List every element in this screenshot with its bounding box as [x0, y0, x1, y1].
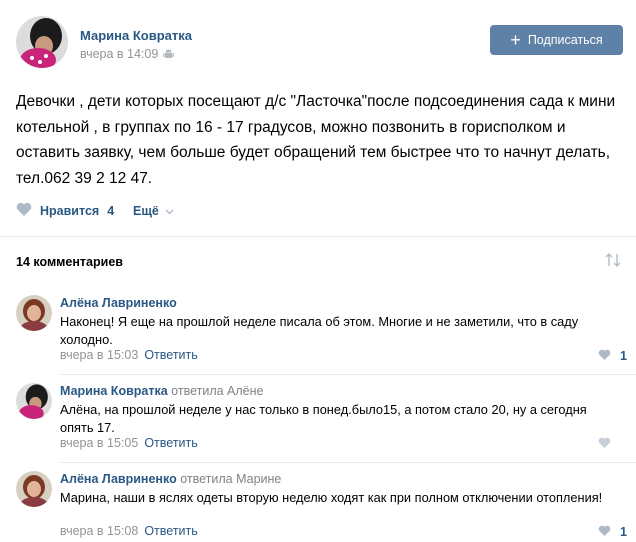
comment-author-name[interactable]: Марина Ковратка [60, 384, 168, 398]
comment-reply-to[interactable]: ответила Алёне [171, 384, 263, 398]
post-author-avatar[interactable] [16, 16, 68, 68]
chevron-down-icon [165, 204, 174, 218]
comment-reply-to[interactable]: ответила Марине [180, 472, 281, 486]
heart-icon [16, 202, 32, 219]
comment-time[interactable]: вчера в 15:08 [60, 524, 138, 538]
comment-avatar[interactable] [16, 471, 52, 507]
comment-meta: вчера в 15:05 Ответить [60, 436, 198, 450]
comment-meta: вчера в 15:08 Ответить [60, 524, 198, 538]
subscribe-label: Подписаться [527, 33, 603, 47]
comment-like-button[interactable]: 1 [598, 349, 627, 363]
divider [0, 236, 636, 237]
like-count: 4 [107, 203, 115, 218]
comment-text: Алёна, на прошлой неделе у нас только в … [60, 402, 587, 435]
divider [60, 462, 636, 463]
comment-like-count: 1 [620, 349, 627, 363]
comment-author-name[interactable]: Алёна Лавриненко [60, 296, 177, 310]
heart-icon [598, 525, 611, 539]
comments-count: 14 комментариев [16, 255, 123, 269]
reply-button[interactable]: Ответить [144, 348, 197, 362]
post-author-name[interactable]: Марина Ковратка [80, 28, 192, 43]
comment-like-button[interactable]: 1 [598, 525, 627, 539]
comment-time[interactable]: вчера в 15:05 [60, 436, 138, 450]
divider [60, 374, 636, 375]
comment-meta: вчера в 15:03 Ответить [60, 348, 198, 362]
heart-icon [598, 349, 611, 363]
comment-author: Алёна Лавриненко ответила Марине [60, 472, 281, 486]
post-like-button[interactable]: Нравится 4 [16, 202, 114, 219]
comment-author[interactable]: Алёна Лавриненко [60, 296, 177, 310]
reply-button[interactable]: Ответить [144, 436, 197, 450]
android-icon [163, 48, 175, 60]
subscribe-button[interactable]: + Подписаться [490, 25, 623, 55]
reply-button[interactable]: Ответить [144, 524, 197, 538]
comment-text: Наконец! Я еще на прошлой неделе писала … [60, 314, 579, 347]
heart-icon [598, 437, 611, 451]
post-time[interactable]: вчера в 14:09 [80, 47, 158, 61]
more-button[interactable]: Ещё [133, 204, 174, 218]
post-meta: вчера в 14:09 [80, 47, 175, 61]
plus-icon: + [510, 30, 521, 50]
sort-icon[interactable] [604, 252, 622, 268]
comment-avatar[interactable] [16, 383, 52, 419]
comment-time[interactable]: вчера в 15:03 [60, 348, 138, 362]
more-label: Ещё [133, 204, 159, 218]
like-label: Нравится [40, 203, 100, 218]
comment-text: Марина, наши в яслях одеты вторую неделю… [60, 490, 603, 505]
comment-like-button[interactable] [598, 437, 620, 451]
post-text: Девочки , дети которых посещают д/с "Лас… [16, 93, 616, 187]
comment-like-count: 1 [620, 525, 627, 539]
comment-author-name[interactable]: Алёна Лавриненко [60, 472, 177, 486]
comment-avatar[interactable] [16, 295, 52, 331]
comment-author: Марина Ковратка ответила Алёне [60, 384, 263, 398]
